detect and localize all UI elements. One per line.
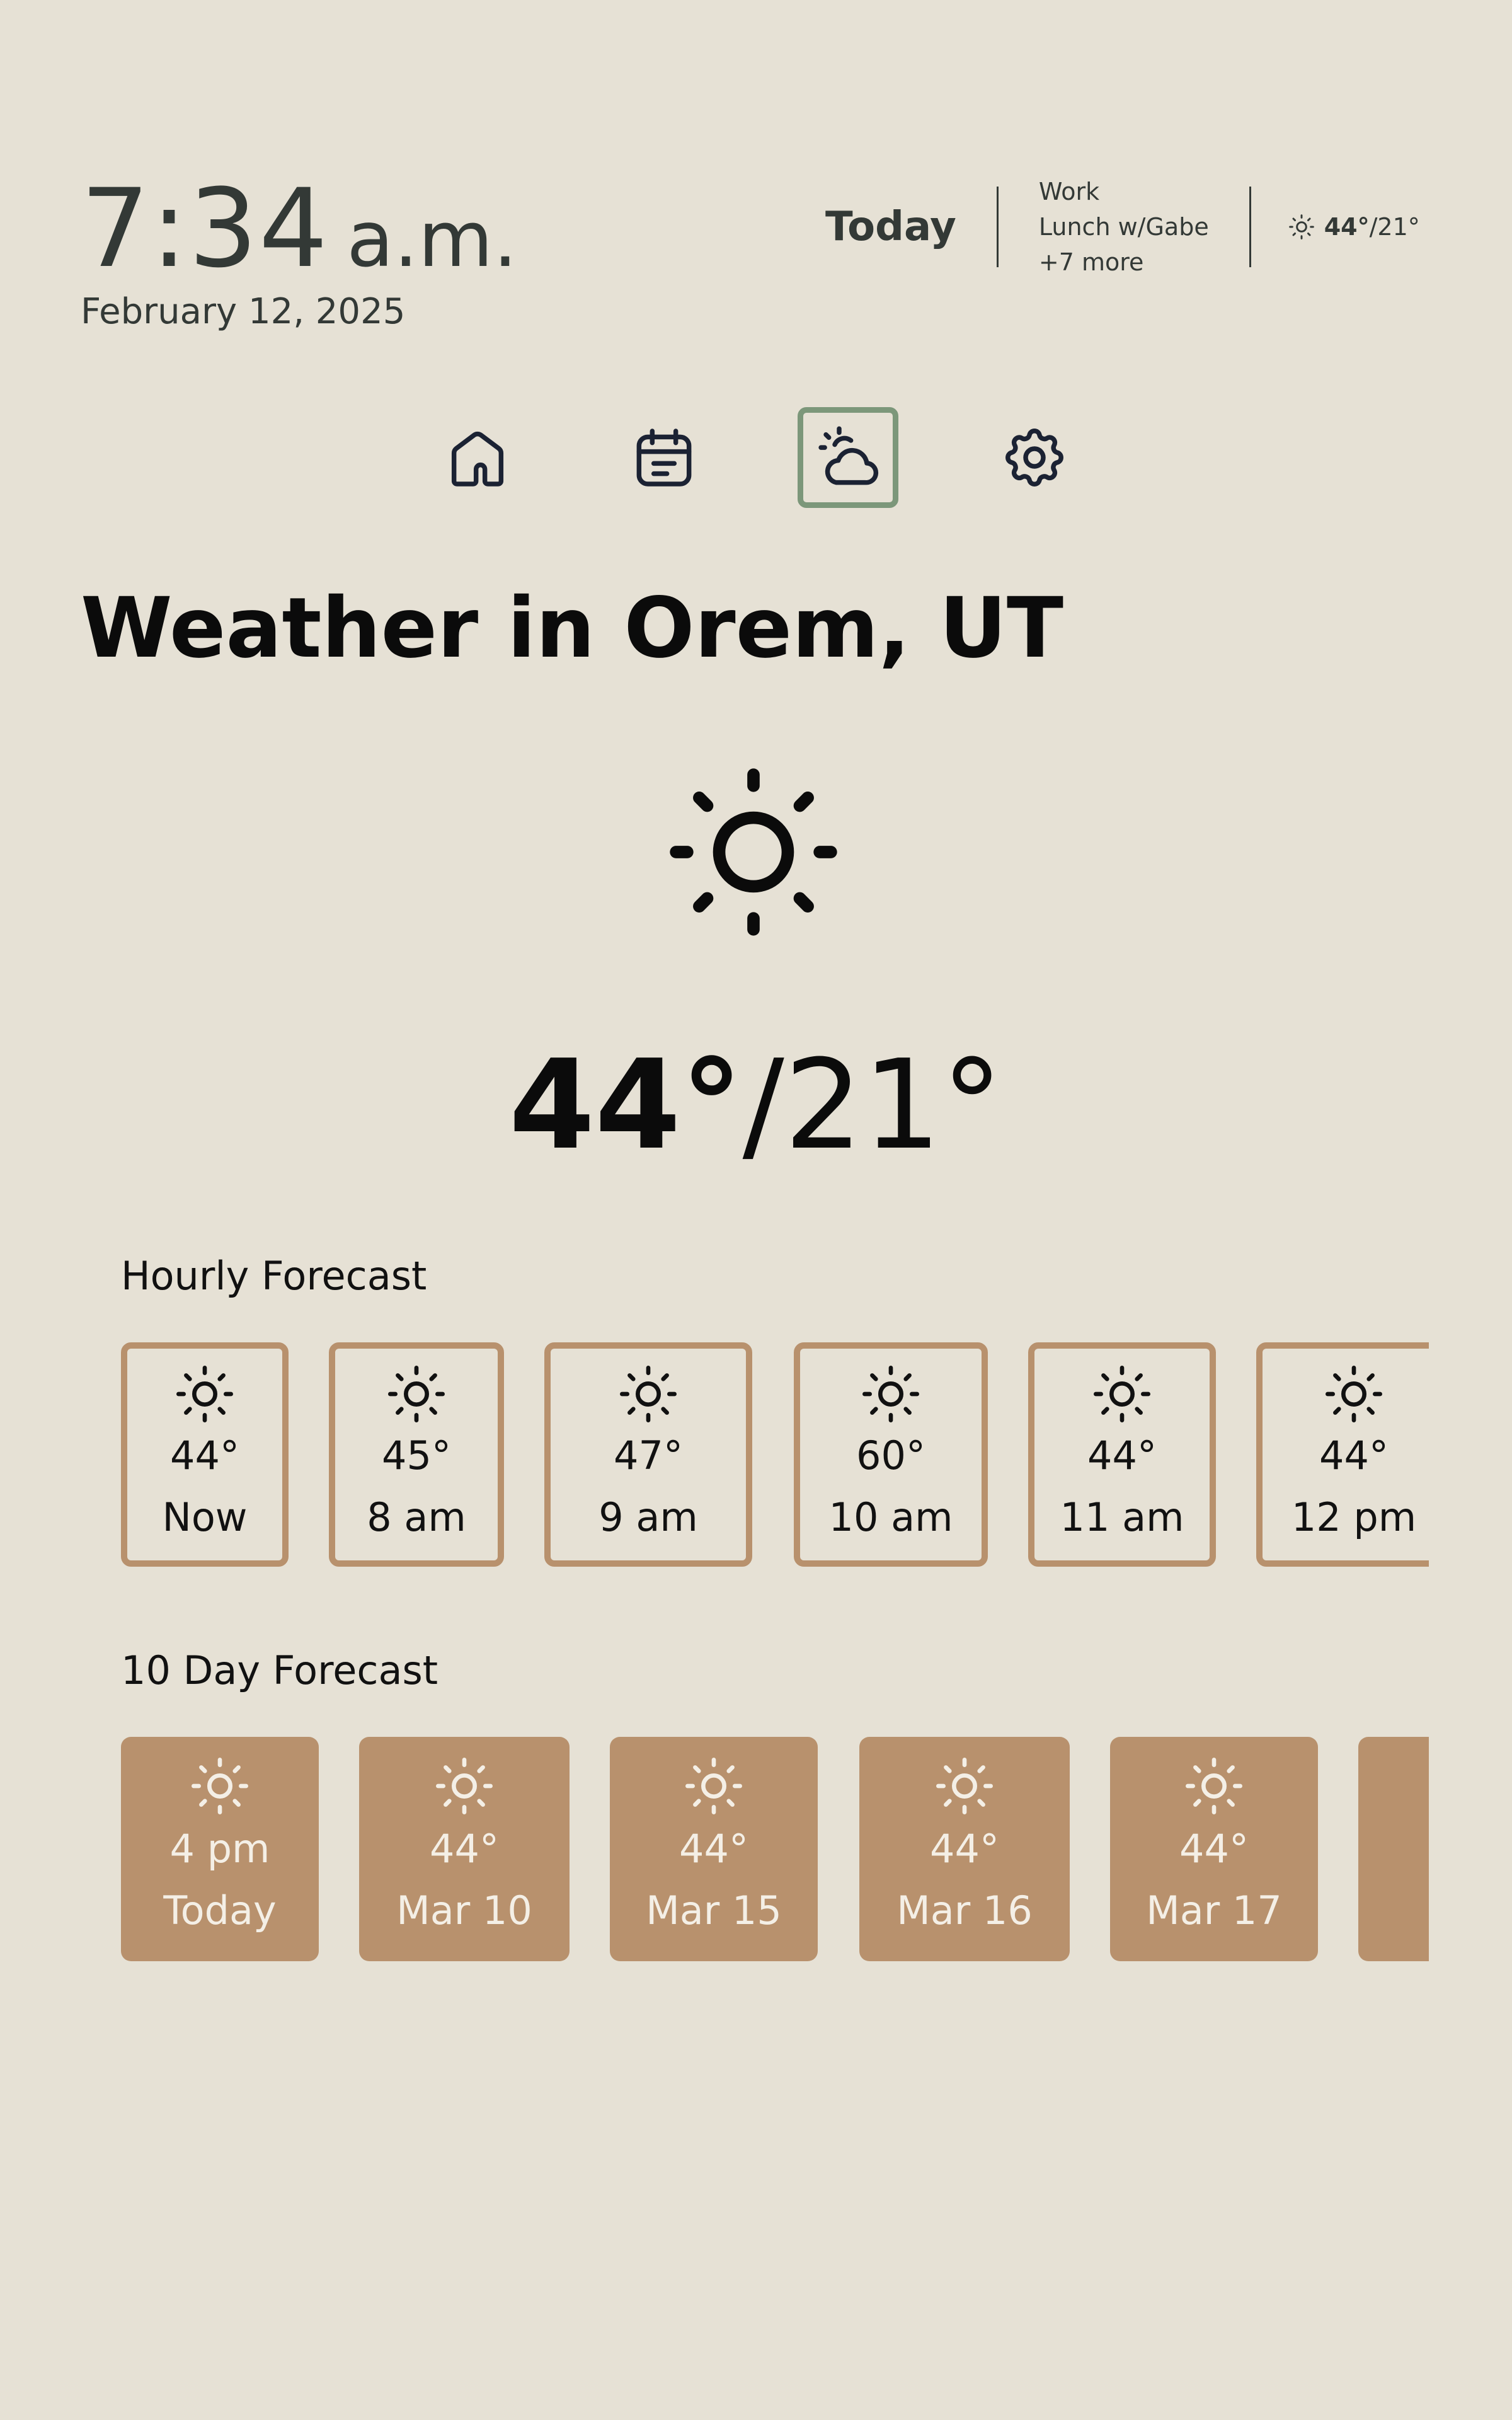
hourly-card[interactable]: 44° Now [121,1342,289,1567]
sun-icon [176,1366,233,1422]
more-events-label: +7 more [1038,248,1144,276]
gear-icon [1005,429,1063,487]
daily-card[interactable]: 44° Mar 16 [859,1737,1070,1961]
hourly-temp: 47° [614,1432,683,1478]
nav-weather-button[interactable] [798,407,898,508]
daily-value: 44° [430,1826,499,1872]
daily-card[interactable]: M [1358,1737,1429,1961]
hourly-card[interactable]: 60° 10 am [794,1342,988,1567]
today-label: Today [825,204,956,250]
daily-card[interactable]: 44° Mar 15 [610,1737,818,1961]
nav-bar [0,407,1512,508]
page-title: Weather in Orem, UT [81,580,1064,677]
events-preview[interactable]: Work Lunch w/Gabe +7 more [999,174,1249,280]
cloud-sun-icon [818,426,879,485]
daily-card[interactable]: 44° Mar 17 [1110,1737,1318,1961]
daily-day: Mar 15 [646,1887,782,1933]
clock: 7:34 a.m. [81,165,517,292]
hourly-time: Now [162,1494,248,1540]
daily-value: 4 pm [169,1826,270,1872]
mini-weather-low: /21° [1369,213,1420,241]
hourly-temp: 44° [1087,1432,1157,1478]
hourly-card[interactable]: 47° 9 am [544,1342,752,1567]
nav-home-button[interactable] [427,407,528,508]
daily-card[interactable]: 44° Mar 10 [359,1737,570,1961]
sun-icon [192,1758,248,1814]
daily-day: Mar 10 [396,1887,532,1933]
calendar-icon [636,429,692,487]
sun-icon [1186,1758,1242,1814]
hourly-time: 12 pm [1291,1494,1417,1540]
daily-value: 44° [679,1826,748,1872]
home-icon [451,432,504,487]
hourly-time: 8 am [367,1494,466,1540]
daily-card[interactable]: 4 pm Today [121,1737,319,1961]
hourly-time: 9 am [598,1494,698,1540]
sun-icon [862,1366,919,1422]
event-item: Work [1038,178,1100,205]
mini-weather-high: 44° [1324,213,1370,241]
hourly-temp: 44° [170,1432,239,1478]
current-temperature: 44°/21° [0,1034,1512,1177]
hourly-time: 11 am [1060,1494,1184,1540]
hourly-temp: 44° [1319,1432,1389,1478]
hourly-card[interactable]: 45° 8 am [329,1342,504,1567]
hourly-temp: 60° [856,1432,925,1478]
sun-icon [388,1366,445,1422]
hourly-time: 10 am [828,1494,953,1540]
daily-value: 44° [930,1826,999,1872]
ten-day-forecast-strip[interactable]: 4 pm Today 44° Mar 10 44° Mar 15 44° Mar… [121,1737,1429,1961]
sun-icon [1094,1366,1150,1422]
sun-icon [620,1366,677,1422]
sun-icon [685,1758,742,1814]
mini-weather: 44°/21° [1251,213,1420,241]
daily-day: Today [163,1887,277,1933]
current-high: 44° [508,1034,743,1177]
hourly-forecast-label: Hourly Forecast [121,1253,427,1299]
current-low: /21° [742,1034,1004,1177]
clock-ampm: a.m. [346,195,518,284]
hourly-temp: 45° [382,1432,451,1478]
nav-settings-button[interactable] [984,407,1085,508]
sun-icon [436,1758,493,1814]
daily-day: Mar 17 [1146,1887,1282,1933]
event-item: Lunch w/Gabe [1038,213,1209,241]
sun-icon [936,1758,993,1814]
clock-time: 7:34 [81,165,329,292]
hourly-forecast-strip[interactable]: 44° Now 45° 8 am 47° 9 am 60° 10 am 44° … [121,1342,1429,1567]
header-summary: Today Work Lunch w/Gabe +7 more 44°/21° [825,178,1420,276]
daily-day: Mar 16 [896,1887,1033,1933]
hourly-card[interactable]: 44° 11 am [1028,1342,1216,1567]
weather-screen: 7:34 a.m. February 12, 2025 Today Work Lu… [0,0,1512,2420]
hourly-card[interactable]: 44° 12 pm [1256,1342,1429,1567]
ten-day-forecast-label: 10 Day Forecast [121,1647,438,1693]
current-date: February 12, 2025 [81,291,406,332]
daily-value: 44° [1179,1826,1249,1872]
nav-calendar-button[interactable] [614,407,714,508]
sun-icon [670,768,837,936]
sun-icon [1326,1366,1382,1422]
sun-icon [1288,214,1314,239]
